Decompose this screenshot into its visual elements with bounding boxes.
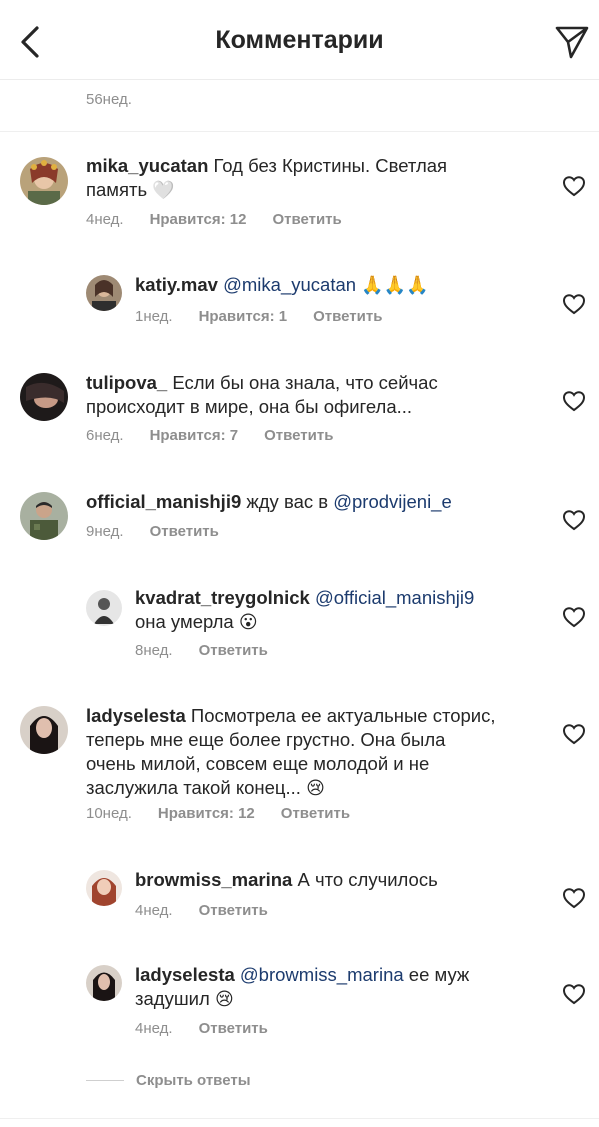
heart-outline-icon[interactable] [562,606,586,628]
username[interactable]: mika_yucatan [86,155,208,176]
mention-link[interactable]: @official_manishji9 [315,587,474,608]
comment-meta: 9нед. Ответить [86,523,245,540]
top-bar: Комментарии [0,0,599,80]
comment-meta: 4нед. Ответить [135,1020,294,1037]
comment-meta: 4нед. Ответить [135,902,294,919]
avatar[interactable] [86,965,122,1001]
comment-meta: 6нед. Нравится: 7 Ответить [86,427,359,444]
reply-button[interactable]: Ответить [199,1020,268,1037]
comment-text: mika_yucatan Год без Кристины. Светлая п… [86,155,448,201]
avatar[interactable] [86,870,122,906]
comment-time: 10нед. [86,805,132,822]
previous-comment-time: 56нед. [86,91,132,108]
crying-emoji: 😢 [306,778,325,799]
reply-button[interactable]: Ответить [150,523,219,540]
heart-outline-icon[interactable] [562,293,586,315]
avatar[interactable] [86,275,122,311]
username[interactable]: katiy.mav [135,274,218,295]
mention-link[interactable]: @browmiss_marina [240,964,404,985]
heart-outline-icon[interactable] [562,175,586,197]
heart-outline-icon[interactable] [562,390,586,412]
heart-outline-icon[interactable] [562,509,586,531]
username[interactable]: browmiss_marina [135,869,292,890]
share-button[interactable] [550,20,594,64]
comment-time: 4нед. [86,211,124,228]
avatar[interactable] [20,706,68,754]
hide-replies-row: Скрыть ответы [86,1072,251,1089]
divider [0,1118,599,1119]
page-title: Комментарии [215,26,384,54]
comment-time: 4нед. [135,1020,173,1037]
likes-count[interactable]: Нравится: 7 [150,427,239,444]
avatar[interactable] [20,492,68,540]
username[interactable]: kvadrat_treygolnick [135,587,310,608]
surprised-emoji: 😮 [238,612,258,633]
likes-count[interactable]: Нравится: 1 [199,308,288,325]
hide-replies-button[interactable]: Скрыть ответы [136,1072,251,1089]
username[interactable]: official_manishji9 [86,491,241,512]
comment-text: ladyselesta Посмотрела ее актуальные сто… [86,705,496,799]
reply-button[interactable]: Ответить [264,427,333,444]
mention-link[interactable]: @prodvijeni_e [333,491,452,512]
reply-button[interactable]: Ответить [272,211,341,228]
reply-button[interactable]: Ответить [313,308,382,325]
comment-text: kvadrat_treygolnick @official_manishji9 … [135,587,475,633]
comment-time: 8нед. [135,642,173,659]
comment-meta: 10нед. Нравится: 12 Ответить [86,805,376,822]
username[interactable]: tulipova_ [86,372,167,393]
heart-outline-icon[interactable] [562,887,586,909]
comment-meta: 8нед. Ответить [135,642,294,659]
username[interactable]: ladyselesta [86,705,186,726]
comment-text: official_manishji9 жду вас в @prodvijeni… [86,491,452,512]
crying-emoji: 😢 [214,989,234,1010]
white-heart-emoji: 🤍 [152,180,175,201]
comment-time: 4нед. [135,902,173,919]
comment-text: tulipova_ Если бы она знала, что сейчас … [86,372,438,417]
paper-plane-icon [555,26,589,59]
comment-time: 6нед. [86,427,124,444]
mention-link[interactable]: @mika_yucatan [223,274,356,295]
avatar[interactable] [20,373,68,421]
reply-button[interactable]: Ответить [199,642,268,659]
username[interactable]: ladyselesta [135,964,235,985]
heart-outline-icon[interactable] [562,983,586,1005]
comment-text: browmiss_marina А что случилось [135,869,438,890]
heart-outline-icon[interactable] [562,723,586,745]
avatar[interactable] [20,157,68,205]
comment-time: 1нед. [135,308,173,325]
reply-button[interactable]: Ответить [281,805,350,822]
divider [0,131,599,132]
comment-meta: 4нед. Нравится: 12 Ответить [86,211,368,228]
avatar[interactable] [86,590,122,626]
comment-time: 9нед. [86,523,124,540]
comment-text: katiy.mav @mika_yucatan 🙏🙏🙏 [135,273,545,298]
pray-emoji: 🙏🙏🙏 [361,275,429,296]
divider-line [86,1080,124,1081]
likes-count[interactable]: Нравится: 12 [150,211,247,228]
comment-text: ladyselesta @browmiss_marina ее муж заду… [135,964,470,1010]
likes-count[interactable]: Нравится: 12 [158,805,255,822]
reply-button[interactable]: Ответить [199,902,268,919]
comment-meta: 1нед. Нравится: 1 Ответить [135,308,408,325]
